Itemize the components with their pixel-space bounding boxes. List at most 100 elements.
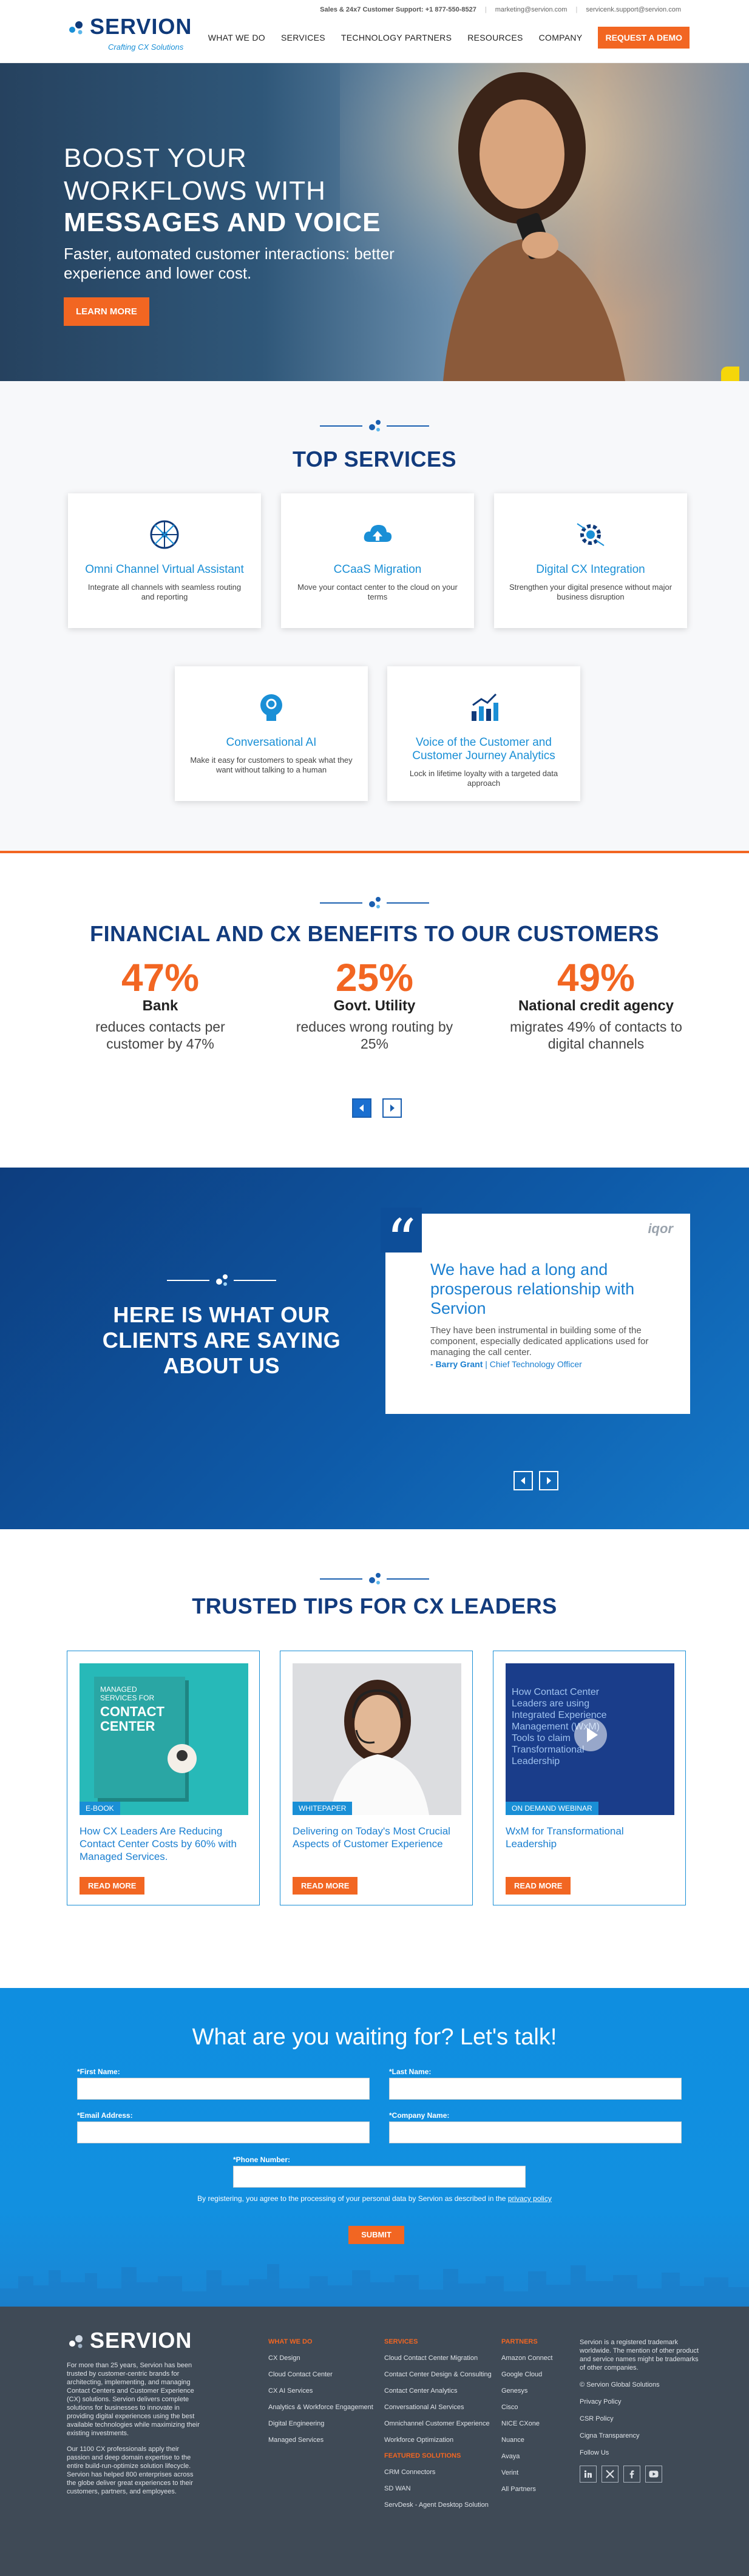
footer-link[interactable]: SD WAN <box>384 2484 492 2493</box>
marketing-email[interactable]: marketing@servion.com <box>495 6 568 13</box>
service-card[interactable]: Conversational AI Make it easy for custo… <box>175 666 368 801</box>
footer-link[interactable]: Workforce Optimization <box>384 2436 492 2444</box>
author-role: Chief Technology Officer <box>489 1359 582 1369</box>
footer-link[interactable]: ServDesk - Agent Desktop Solution <box>384 2501 492 2509</box>
benefit-percent: 47% <box>121 956 200 999</box>
nav-services[interactable]: SERVICES <box>281 33 325 42</box>
whitepaper-image: WHITEPAPER <box>293 1663 461 1815</box>
footer-link[interactable]: Cloud Contact Center Migration <box>384 2354 492 2362</box>
footer-link[interactable]: Verint <box>501 2469 552 2477</box>
resource-card[interactable]: MANAGED SERVICES FOR CONTACT CENTER E-BO… <box>67 1651 260 1905</box>
footer-link[interactable]: Amazon Connect <box>501 2354 552 2362</box>
privacy-policy-link[interactable]: Privacy Policy <box>580 2398 701 2406</box>
section-ornament-icon <box>167 1274 276 1286</box>
service-card[interactable]: Omni Channel Virtual Assistant Integrate… <box>68 493 261 628</box>
phone-input[interactable] <box>233 2166 526 2188</box>
request-demo-button[interactable]: REQUEST A DEMO <box>598 27 690 49</box>
section-ornament-icon <box>320 420 429 431</box>
testimonial-card: “ iqor We have had a long and prosperous… <box>381 1208 690 1414</box>
hero-banner: BOOST YOUR WORKFLOWS WITH MESSAGES AND V… <box>0 63 749 381</box>
benefit-percent: 25% <box>335 956 414 999</box>
nav-resources[interactable]: RESOURCES <box>467 33 523 42</box>
learn-more-button[interactable]: LEARN MORE <box>64 297 149 326</box>
x-twitter-icon[interactable] <box>602 2466 619 2483</box>
footer-link[interactable]: Contact Center Design & Consulting <box>384 2370 492 2379</box>
footer-link[interactable]: Contact Center Analytics <box>384 2387 492 2395</box>
linkedin-icon[interactable] <box>580 2466 597 2483</box>
footer-link[interactable]: CRM Connectors <box>384 2468 492 2476</box>
footer-link[interactable]: All Partners <box>501 2485 552 2493</box>
email-input[interactable] <box>77 2121 370 2143</box>
cx-tips-section: TRUSTED TIPS FOR CX LEADERS MANAGED SERV… <box>0 1529 749 1988</box>
footer-logo[interactable]: SERVION <box>67 2330 192 2351</box>
nav-company[interactable]: COMPANY <box>539 33 583 42</box>
next-slide-button[interactable] <box>382 1098 402 1118</box>
footer-link[interactable]: NICE CXone <box>501 2419 552 2428</box>
footer-link[interactable]: Analytics & Workforce Engagement <box>268 2403 373 2412</box>
prev-slide-button[interactable] <box>352 1098 371 1118</box>
youtube-icon[interactable] <box>645 2466 662 2483</box>
facebook-icon[interactable] <box>623 2466 640 2483</box>
prev-testimonial-button[interactable] <box>513 1471 533 1490</box>
resource-title[interactable]: Delivering on Today's Most Crucial Aspec… <box>293 1825 461 1850</box>
play-icon[interactable] <box>574 1718 608 1752</box>
arrow-right-icon <box>390 1104 395 1112</box>
testimonial-author: - Barry Grant | Chief Technology Officer <box>430 1359 582 1369</box>
company-input[interactable] <box>389 2121 682 2143</box>
footer-link[interactable]: Avaya <box>501 2452 552 2461</box>
site-footer: SERVION For more than 25 years, Servion … <box>0 2307 749 2576</box>
servion-logo-icon <box>69 2335 83 2348</box>
footer-link[interactable]: Cloud Contact Center <box>268 2370 373 2379</box>
servion-logo[interactable]: SERVION Crafting CX Solutions <box>67 16 192 52</box>
resource-title[interactable]: How CX Leaders Are Reducing Contact Cent… <box>80 1825 248 1863</box>
chat-widget-button[interactable] <box>721 367 739 381</box>
city-skyline-graphic <box>0 2264 749 2307</box>
first-name-input[interactable] <box>77 2078 370 2100</box>
brand-tagline: Crafting CX Solutions <box>108 42 184 52</box>
footer-link[interactable]: Managed Services <box>268 2436 373 2444</box>
cover-portrait-icon <box>168 1744 197 1773</box>
next-testimonial-button[interactable] <box>539 1471 558 1490</box>
divider: | <box>575 6 578 13</box>
nav-technology-partners[interactable]: TECHNOLOGY PARTNERS <box>341 33 452 42</box>
hero-headline-3: MESSAGES AND VOICE <box>64 208 381 237</box>
csr-policy-link[interactable]: CSR Policy <box>580 2415 701 2423</box>
benefit-percent: 49% <box>557 956 635 999</box>
service-card[interactable]: Digital CX Integration Strengthen your d… <box>494 493 687 628</box>
footer-link[interactable]: Cisco <box>501 2403 552 2412</box>
footer-link[interactable]: Nuance <box>501 2436 552 2444</box>
footer-link[interactable]: CX AI Services <box>268 2387 373 2395</box>
nav-what-we-do[interactable]: WHAT WE DO <box>208 33 265 42</box>
service-title: Omni Channel Virtual Assistant <box>85 563 244 576</box>
service-desc: Move your contact center to the cloud on… <box>297 583 458 601</box>
last-name-input[interactable] <box>389 2078 682 2100</box>
read-more-button[interactable]: READ MORE <box>293 1877 358 1895</box>
support-email[interactable]: servicenk.support@servion.com <box>586 6 681 13</box>
service-card[interactable]: CCaaS Migration Move your contact center… <box>281 493 474 628</box>
footer-link[interactable]: Digital Engineering <box>268 2419 373 2428</box>
quote-icon: “ <box>381 1208 422 1274</box>
cover-text-3: CONTACT <box>100 1704 164 1719</box>
benefit-stat: 25% Govt. Utility reduces wrong routing … <box>283 958 466 1052</box>
email-label: *Email Address: <box>77 2111 133 2120</box>
social-links <box>580 2466 701 2483</box>
footer-link[interactable]: CX Design <box>268 2354 373 2362</box>
read-more-button[interactable]: READ MORE <box>506 1877 571 1895</box>
webinar-video-thumbnail[interactable]: How Contact Center Leaders are using Int… <box>506 1663 674 1815</box>
cigna-transparency-link[interactable]: Cigna Transparency <box>580 2432 701 2440</box>
footer-link[interactable]: Genesys <box>501 2387 552 2395</box>
footer-col-title: WHAT WE DO <box>268 2338 313 2345</box>
privacy-policy-link[interactable]: privacy policy <box>508 2194 552 2203</box>
footer-link[interactable]: Google Cloud <box>501 2370 552 2379</box>
submit-button[interactable]: SUBMIT <box>348 2226 404 2244</box>
resource-card[interactable]: WHITEPAPER Delivering on Today's Most Cr… <box>280 1651 473 1905</box>
service-card[interactable]: Voice of the Customer and Customer Journ… <box>387 666 580 801</box>
resource-title[interactable]: WxM for Transformational Leadership <box>506 1825 674 1850</box>
contact-title: What are you waiting for? Let's talk! <box>192 2024 557 2050</box>
support-phone[interactable]: Sales & 24x7 Customer Support: +1 877-55… <box>320 6 476 13</box>
read-more-button[interactable]: READ MORE <box>80 1877 145 1895</box>
footer-link[interactable]: Conversational AI Services <box>384 2403 492 2412</box>
resource-card[interactable]: How Contact Center Leaders are using Int… <box>493 1651 686 1905</box>
service-desc: Strengthen your digital presence without… <box>509 583 673 601</box>
footer-link[interactable]: Omnichannel Customer Experience <box>384 2419 492 2428</box>
